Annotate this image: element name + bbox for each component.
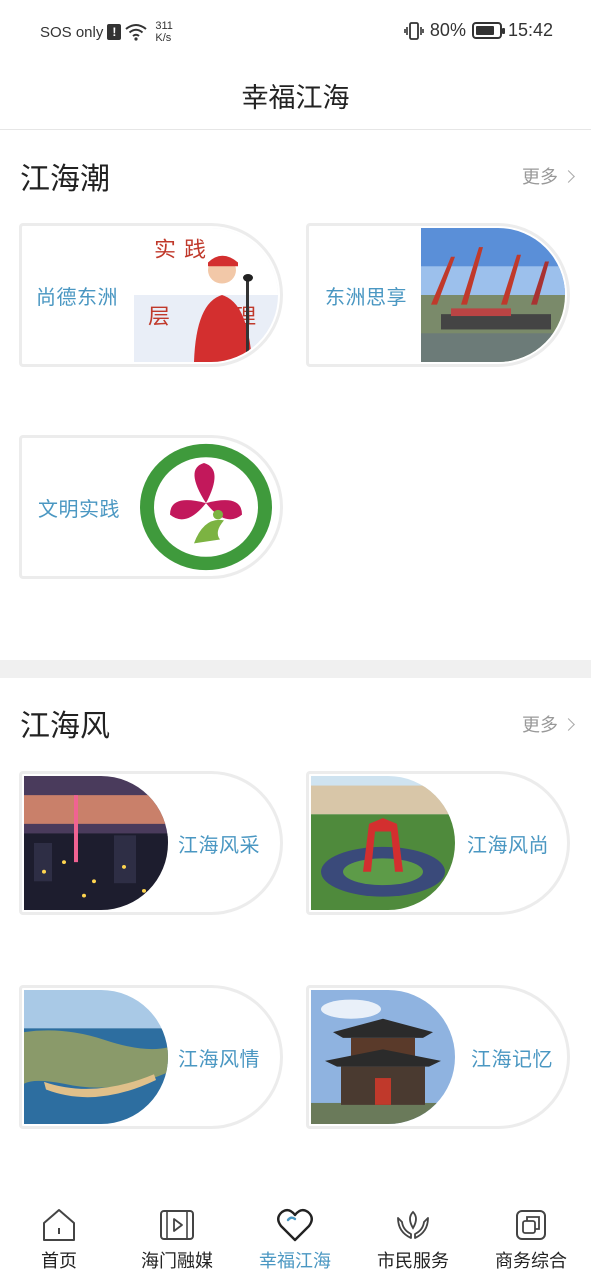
status-right: 80% 15:42 [404,20,553,41]
civilization-practice-logo [134,440,278,574]
network-speed-value: 311 [155,20,173,32]
nav-label: 商务综合 [495,1251,567,1272]
status-bar: SOS only ! 311 K/s 80% 15:42 [0,0,591,64]
bottom-nav: 首页 海门融媒 幸福江海 市民服务 商务综合 [0,1192,591,1280]
battery-fill [475,26,494,35]
nav-item-business[interactable]: 商务综合 [472,1206,590,1273]
coastal-island-aerial-photo [24,990,168,1124]
wifi-icon [125,24,147,41]
card-wenming-shijian[interactable]: 文明实践 [19,435,283,579]
card-dongzhou-sixiang[interactable]: 东洲思享 [306,223,570,367]
card-label: 江海风情 [178,1046,260,1071]
card-jianghai-fengqing[interactable]: 江海风情 [19,985,283,1129]
nav-label: 幸福江海 [259,1251,331,1272]
card-label: 东洲思享 [325,284,407,309]
card-jianghai-fengshang[interactable]: 江海风尚 [306,771,570,915]
card-jianghai-fengcai[interactable]: 江海风采 [19,771,283,915]
nav-label: 海门融媒 [141,1251,213,1272]
nav-item-citizen-service[interactable]: 市民服务 [354,1206,472,1273]
alert-icon: ! [107,24,122,40]
red-arch-roundabout-photo [311,776,455,910]
city-night-skyline-photo [24,776,168,910]
page-title: 幸福江海 [241,83,350,114]
more-link-jianghai-chao[interactable]: 更多 [522,163,575,189]
home-icon [43,1209,75,1241]
more-link-jianghai-feng[interactable]: 更多 [522,711,575,737]
card-shangde-dongzhou[interactable]: 尚德东洲 实 践 层 理 [19,223,283,367]
svg-text:实: 实 [154,238,176,262]
card-label: 江海风尚 [467,832,549,857]
nav-item-happy-jianghai[interactable]: 幸福江海 [236,1206,354,1273]
heart-icon [277,1208,313,1242]
section-title-jianghai-feng: 江海风 [20,709,110,744]
card-label: 尚德东洲 [36,284,118,309]
video-play-icon [160,1210,194,1240]
network-speed-unit: K/s [155,32,172,44]
clock: 15:42 [507,20,553,40]
volunteer-speaker-photo: 实 践 层 理 [134,228,278,362]
chevron-right-icon [562,717,575,731]
nav-label: 首页 [41,1251,77,1272]
svg-text:践: 践 [184,238,206,262]
nav-item-home[interactable]: 首页 [0,1206,118,1273]
card-label: 江海风采 [178,832,260,857]
section-divider [0,660,591,678]
network-speed: 311 K/s [155,20,173,44]
traditional-pavilion-photo [311,990,455,1124]
card-label: 文明实践 [38,496,120,521]
chevron-right-icon [562,169,575,183]
nav-label: 市民服务 [377,1251,449,1272]
more-label: 更多 [522,715,558,736]
battery-percent: 80% [429,20,466,40]
svg-text:层: 层 [148,305,170,329]
more-label: 更多 [522,167,558,188]
business-layers-icon [516,1210,546,1240]
card-label: 江海记忆 [471,1046,553,1071]
page-header: 幸福江海 [0,64,591,130]
status-left: SOS only ! 311 K/s [40,20,173,44]
section-title-jianghai-chao: 江海潮 [20,162,110,197]
card-jianghai-jiyi[interactable]: 江海记忆 [306,985,570,1129]
battery-icon [471,22,505,39]
shipyard-cranes-photo [421,228,565,362]
hands-leaf-icon [397,1210,429,1239]
vibrate-icon [404,21,424,40]
carrier-text: SOS only [40,23,104,41]
nav-item-haimen-media[interactable]: 海门融媒 [118,1206,236,1273]
